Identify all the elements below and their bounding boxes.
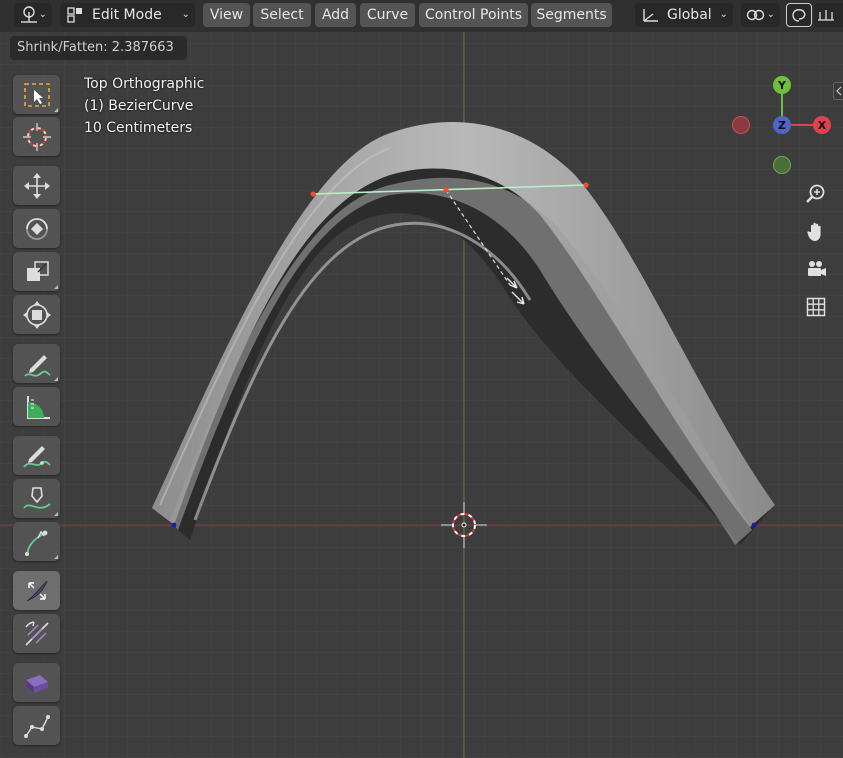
select-box-icon — [23, 82, 50, 107]
zoom-button[interactable] — [802, 180, 830, 208]
operator-status: Shrink/Fatten: 2.387663 — [10, 36, 187, 60]
extrude-curve-tool[interactable] — [13, 522, 60, 561]
pen-tool[interactable] — [13, 479, 60, 518]
proportional-editing-toggle[interactable] — [786, 3, 812, 27]
move-tool[interactable] — [13, 166, 60, 205]
menu-curve[interactable]: Curve — [360, 3, 415, 27]
object-name: (1) BezierCurve — [84, 98, 194, 114]
rotate-tool[interactable] — [13, 209, 60, 248]
control-point — [171, 522, 177, 528]
sidebar-toggle[interactable] — [833, 82, 843, 100]
gizmo-x-axis[interactable]: X — [813, 116, 831, 134]
pan-button[interactable] — [802, 217, 830, 245]
orientation-dropdown[interactable]: Global ⌄ — [635, 3, 733, 27]
draw-icon — [22, 445, 51, 468]
draw-tool[interactable] — [13, 436, 60, 475]
measure-icon — [26, 395, 50, 419]
gizmo-z-axis[interactable]: Z — [773, 116, 791, 134]
extrude-curve-icon — [24, 530, 47, 556]
control-point-selected — [310, 191, 316, 197]
scale-icon — [26, 260, 49, 281]
control-point-selected — [443, 187, 449, 193]
tilt-icon — [24, 620, 49, 646]
editor-type-icon — [21, 6, 37, 23]
radius-icon — [26, 580, 47, 601]
projection-toggle-button[interactable] — [802, 293, 830, 321]
randomize-icon — [25, 674, 48, 693]
menu-segments[interactable]: Segments — [531, 3, 612, 27]
camera-icon — [808, 261, 826, 276]
proportional-icon — [792, 9, 806, 22]
orientation-label: Global — [667, 7, 712, 23]
chevron-down-icon: ⌄ — [38, 9, 47, 20]
gizmo-neg-y[interactable] — [773, 156, 791, 174]
grid-scale: 10 Centimeters — [84, 120, 193, 136]
rotate-icon — [25, 217, 48, 240]
control-point — [751, 522, 757, 528]
move-icon — [23, 172, 50, 199]
pen-icon — [22, 486, 51, 509]
viewport-info: Top Orthographic (1) BezierCurve 10 Cent… — [84, 73, 204, 139]
scale-tool[interactable] — [13, 252, 60, 291]
mode-dropdown[interactable]: Edit Mode ⌄ — [60, 3, 195, 27]
control-point-selected — [583, 182, 589, 188]
orientation-icon — [643, 9, 658, 22]
vertex-icon — [23, 714, 50, 738]
editor-type-button[interactable]: ⌄ — [14, 3, 52, 27]
chevron-down-icon: ⌄ — [766, 9, 775, 20]
gizmo-y-axis[interactable]: Y — [773, 76, 791, 94]
viewport-header: ⌄ Edit Mode ⌄ View Select Add Curve Cont… — [0, 0, 843, 32]
pivot-dropdown[interactable]: ⌄ — [741, 3, 780, 27]
menu-view[interactable]: View — [203, 3, 250, 27]
falloff-icon — [818, 10, 834, 21]
chevron-left-icon — [836, 86, 842, 96]
chevron-down-icon: ⌄ — [719, 9, 728, 20]
annotate-icon — [23, 354, 51, 377]
camera-view-button[interactable] — [802, 255, 830, 283]
radius-tool[interactable] — [13, 571, 60, 610]
tilt-tool[interactable] — [13, 614, 60, 653]
transform-icon — [22, 300, 51, 329]
chevron-down-icon: ⌄ — [181, 9, 190, 20]
grid-icon — [806, 297, 826, 317]
navigation-gizmo[interactable]: Y X Z — [728, 74, 838, 176]
cursor-tool[interactable] — [13, 117, 60, 156]
measure-tool[interactable] — [13, 387, 60, 426]
transform-tool[interactable] — [13, 295, 60, 334]
annotate-tool[interactable] — [13, 344, 60, 383]
mode-label: Edit Mode — [92, 7, 162, 23]
edit-mode-icon — [67, 7, 82, 23]
view-name: Top Orthographic — [84, 76, 205, 92]
select-box-tool[interactable] — [13, 75, 60, 114]
proportional-falloff-dropdown[interactable] — [814, 3, 843, 27]
menu-add[interactable]: Add — [315, 3, 356, 27]
menu-control-points[interactable]: Control Points — [419, 3, 528, 27]
hand-icon — [807, 222, 821, 241]
randomize-tool[interactable] — [13, 663, 60, 702]
menu-select[interactable]: Select — [253, 3, 311, 27]
cursor-icon — [22, 122, 51, 151]
snap-icon — [746, 9, 765, 21]
gizmo-neg-x[interactable] — [732, 116, 750, 134]
vertex-tool[interactable] — [13, 706, 60, 745]
zoom-icon — [806, 184, 825, 203]
